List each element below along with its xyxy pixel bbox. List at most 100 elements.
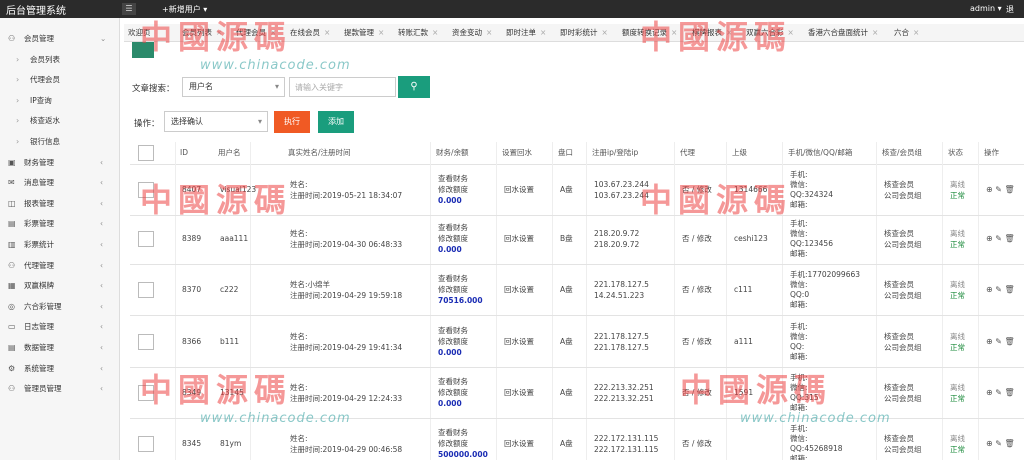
- tab-item[interactable]: 香港六合盘面统计 ×: [808, 24, 878, 41]
- close-icon[interactable]: ×: [913, 28, 919, 37]
- rebate-settings-link[interactable]: 回水设置: [504, 285, 534, 295]
- sidebar-item[interactable]: › 银行信息: [0, 131, 119, 152]
- download-icon[interactable]: ⊕: [986, 439, 995, 448]
- trash-icon[interactable]: 🗑: [1005, 285, 1015, 294]
- download-icon[interactable]: ⊕: [986, 337, 995, 346]
- menu-toggle-icon[interactable]: ☰: [122, 3, 136, 15]
- edit-icon[interactable]: ✎: [995, 285, 1004, 294]
- rebate-settings-link[interactable]: 回水设置: [504, 439, 534, 449]
- edit-credit-link[interactable]: 修改额度: [438, 388, 468, 398]
- admin-menu[interactable]: admin ▾: [970, 4, 1002, 13]
- download-icon[interactable]: ⊕: [986, 185, 995, 194]
- edit-credit-link[interactable]: 修改额度: [438, 337, 468, 347]
- agent-edit-link[interactable]: 否 / 修改: [682, 439, 712, 449]
- sidebar-item[interactable]: ▤ 数据管理 ‹: [0, 337, 119, 358]
- sidebar-item[interactable]: ▤ 彩票管理 ‹: [0, 213, 119, 234]
- download-icon[interactable]: ⊕: [986, 234, 995, 243]
- tab-item[interactable]: 即时注单 ×: [506, 24, 546, 41]
- row-checkbox[interactable]: [138, 436, 154, 452]
- row-checkbox[interactable]: [138, 385, 154, 401]
- sidebar-item[interactable]: ⚙ 系统管理 ‹: [0, 358, 119, 379]
- tab-item[interactable]: 欢迎页: [128, 24, 151, 41]
- close-icon[interactable]: ×: [602, 28, 608, 37]
- search-button[interactable]: ⚲: [398, 76, 430, 98]
- tab-item[interactable]: 在线会员 ×: [290, 24, 330, 41]
- tab-item[interactable]: 棋牌报表 ×: [692, 24, 732, 41]
- tab-item[interactable]: 转账汇款 ×: [398, 24, 438, 41]
- close-icon[interactable]: ×: [788, 28, 794, 37]
- download-icon[interactable]: ⊕: [986, 388, 995, 397]
- rebate-settings-link[interactable]: 回水设置: [504, 388, 534, 398]
- tab-item[interactable]: 代理会员 ×: [236, 24, 276, 41]
- trash-icon[interactable]: 🗑: [1005, 439, 1015, 448]
- close-icon[interactable]: ×: [726, 28, 732, 37]
- rebate-settings-link[interactable]: 回水设置: [504, 234, 534, 244]
- tab-item[interactable]: 提款管理 ×: [344, 24, 384, 41]
- sidebar-item[interactable]: › 代理会员: [0, 69, 119, 90]
- close-icon[interactable]: ×: [540, 28, 546, 37]
- sidebar-item[interactable]: ✉ 消息管理 ‹: [0, 172, 119, 193]
- download-icon[interactable]: ⊕: [986, 285, 995, 294]
- sidebar-item[interactable]: ⚇ 代理管理 ‹: [0, 255, 119, 276]
- search-field-select[interactable]: 用户名 ▾: [182, 77, 285, 97]
- trash-icon[interactable]: 🗑: [1005, 185, 1015, 194]
- select-all-checkbox[interactable]: [138, 145, 154, 161]
- trash-icon[interactable]: 🗑: [1005, 234, 1015, 243]
- view-finance-link[interactable]: 查看财务: [438, 428, 468, 438]
- tab-item[interactable]: 双赢六合彩 ×: [746, 24, 794, 41]
- sidebar-item[interactable]: › 会员列表: [0, 49, 119, 70]
- sidebar-item[interactable]: ◫ 报表管理 ‹: [0, 193, 119, 214]
- edit-icon[interactable]: ✎: [995, 234, 1004, 243]
- rebate-settings-link[interactable]: 回水设置: [504, 185, 534, 195]
- close-icon[interactable]: ×: [324, 28, 330, 37]
- view-finance-link[interactable]: 查看财务: [438, 326, 468, 336]
- sidebar-item[interactable]: ▥ 彩票统计 ‹: [0, 234, 119, 255]
- row-checkbox[interactable]: [138, 231, 154, 247]
- row-checkbox[interactable]: [138, 282, 154, 298]
- close-icon[interactable]: ×: [486, 28, 492, 37]
- close-icon[interactable]: ×: [216, 28, 222, 37]
- edit-icon[interactable]: ✎: [995, 185, 1004, 194]
- agent-edit-link[interactable]: 否 / 修改: [682, 337, 712, 347]
- execute-button[interactable]: 执行: [274, 111, 310, 133]
- agent-edit-link[interactable]: 否 / 修改: [682, 388, 712, 398]
- close-icon[interactable]: ×: [270, 28, 276, 37]
- view-finance-link[interactable]: 查看财务: [438, 274, 468, 284]
- refresh-button[interactable]: [132, 42, 154, 58]
- tab-item[interactable]: 六合 ×: [894, 24, 919, 41]
- sidebar-item[interactable]: ⚇ 管理员管理 ‹: [0, 378, 119, 399]
- edit-credit-link[interactable]: 修改额度: [438, 285, 468, 295]
- agent-edit-link[interactable]: 否 / 修改: [682, 185, 712, 195]
- logout-link[interactable]: 退: [1006, 4, 1014, 15]
- close-icon[interactable]: ×: [671, 28, 677, 37]
- close-icon[interactable]: ×: [432, 28, 438, 37]
- sidebar-item[interactable]: › 核查返水: [0, 110, 119, 131]
- trash-icon[interactable]: 🗑: [1005, 388, 1015, 397]
- add-button[interactable]: 添加: [318, 111, 354, 133]
- tab-item[interactable]: 即时彩统计 ×: [560, 24, 608, 41]
- new-user-menu[interactable]: +新增用户 ▾: [162, 4, 207, 15]
- view-finance-link[interactable]: 查看财务: [438, 174, 468, 184]
- edit-credit-link[interactable]: 修改额度: [438, 439, 468, 449]
- edit-credit-link[interactable]: 修改额度: [438, 185, 468, 195]
- sidebar-item[interactable]: ◎ 六合彩管理 ‹: [0, 296, 119, 317]
- tab-item[interactable]: 额度转换记录 ×: [622, 24, 677, 41]
- sidebar-item[interactable]: ⚇ 会员管理 ⌄: [0, 28, 119, 49]
- view-finance-link[interactable]: 查看财务: [438, 377, 468, 387]
- row-checkbox[interactable]: [138, 334, 154, 350]
- edit-icon[interactable]: ✎: [995, 439, 1004, 448]
- search-input[interactable]: [289, 77, 396, 97]
- agent-edit-link[interactable]: 否 / 修改: [682, 285, 712, 295]
- row-checkbox[interactable]: [138, 182, 154, 198]
- agent-edit-link[interactable]: 否 / 修改: [682, 234, 712, 244]
- rebate-settings-link[interactable]: 回水设置: [504, 337, 534, 347]
- sidebar-item[interactable]: ▦ 双赢棋牌 ‹: [0, 275, 119, 296]
- ops-select[interactable]: 选择确认 ▾: [164, 111, 268, 132]
- sidebar-item[interactable]: ▭ 日志管理 ‹: [0, 316, 119, 337]
- edit-credit-link[interactable]: 修改额度: [438, 234, 468, 244]
- tab-item[interactable]: 资金变动 ×: [452, 24, 492, 41]
- tab-item[interactable]: 会员列表 ×: [182, 24, 222, 41]
- sidebar-item[interactable]: › IP查询: [0, 90, 119, 111]
- sidebar-item[interactable]: ▣ 财务管理 ‹: [0, 152, 119, 173]
- close-icon[interactable]: ×: [872, 28, 878, 37]
